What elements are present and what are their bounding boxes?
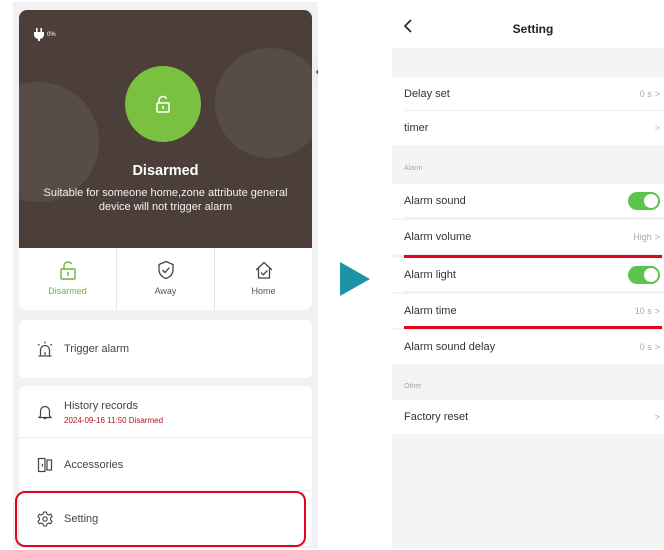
side-collapse-tab[interactable] <box>313 57 318 87</box>
timer-item[interactable]: timer > <box>392 111 664 145</box>
alarm-volume-value: High <box>633 232 652 242</box>
mode-disarmed[interactable]: Disarmed <box>19 248 117 310</box>
trigger-alarm-label: Trigger alarm <box>64 343 129 355</box>
alarm-light-item: Alarm light <box>392 258 664 292</box>
history-latest-entry: 2024-09-16 11:50 Disarmed <box>64 415 164 425</box>
mode-home[interactable]: Home <box>215 248 312 310</box>
settings-header: Setting <box>392 2 664 48</box>
timer-label: timer <box>404 122 429 134</box>
unlock-icon <box>59 261 76 280</box>
alarm-light-label: Alarm light <box>404 269 456 281</box>
setting-highlight-box <box>15 491 306 547</box>
home-check-icon <box>255 261 272 279</box>
chevron-right-icon: > <box>654 342 660 352</box>
divider <box>404 217 664 218</box>
delay-set-value: 0 s <box>639 89 652 99</box>
status-title: Disarmed <box>132 163 199 179</box>
alarm-sound-delay-label: Alarm sound delay <box>404 341 496 353</box>
decor-circle <box>215 48 312 158</box>
toggle-knob <box>644 194 658 208</box>
plug-icon <box>34 28 44 41</box>
chevron-right-icon: > <box>654 232 660 242</box>
unlock-icon <box>156 95 170 113</box>
battery-status: 0% <box>33 28 56 41</box>
door-sensor-icon <box>37 457 53 472</box>
delay-set-label: Delay set <box>404 88 450 100</box>
battery-percent: 0% <box>47 31 56 38</box>
alarm-sound-delay-value: 0 s <box>639 342 652 352</box>
mode-label: Home <box>251 286 276 296</box>
alarm-sound-delay-item[interactable]: Alarm sound delay 0 s > <box>392 330 664 364</box>
status-panel: 0% Disarmed Suitable for someone home,zo… <box>19 10 312 248</box>
mode-away[interactable]: Away <box>117 248 215 310</box>
bell-icon <box>37 405 53 420</box>
alarm-sound-label: Alarm sound <box>404 195 466 207</box>
alarm-sound-item: Alarm sound <box>392 184 664 218</box>
trigger-alarm-item[interactable]: Trigger alarm <box>19 320 312 378</box>
chevron-right-icon: > <box>654 412 660 422</box>
chevron-right-icon: > <box>654 306 660 316</box>
accessories-item[interactable]: Accessories <box>19 438 312 491</box>
alarm-siren-icon <box>37 341 53 357</box>
alarm-time-value: 10 s <box>634 306 652 316</box>
alarm-sound-toggle[interactable] <box>628 192 660 210</box>
accessories-label: Accessories <box>64 458 124 471</box>
transition-arrow <box>340 262 370 296</box>
history-records-label: History records <box>64 399 138 412</box>
delay-set-item[interactable]: Delay set 0 s > <box>392 77 664 111</box>
status-description: Suitable for someone home,zone attribute… <box>43 187 288 213</box>
toggle-knob <box>644 268 658 282</box>
mode-selector: Disarmed Away Home <box>19 248 312 310</box>
section-header-other: Other <box>404 383 422 390</box>
disarm-status-button[interactable] <box>125 66 201 142</box>
right-phone-screen: Setting Delay set 0 s > timer > Alarm Al… <box>392 2 664 548</box>
trigger-alarm-card: Trigger alarm <box>19 320 312 378</box>
decor-circle <box>19 82 99 202</box>
alarm-time-item[interactable]: Alarm time 10 s > <box>392 294 664 328</box>
page-title: Setting <box>512 22 554 36</box>
highlight-underline <box>404 326 662 329</box>
caret-left-icon <box>315 69 318 75</box>
mode-label: Disarmed <box>48 286 87 296</box>
section-header-alarm: Alarm <box>404 165 423 172</box>
alarm-volume-label: Alarm volume <box>404 231 472 243</box>
history-records-item[interactable]: History records 2024-09-16 11:50 Disarme… <box>19 386 312 438</box>
factory-reset-item[interactable]: Factory reset > <box>392 400 664 434</box>
factory-reset-label: Factory reset <box>404 411 469 423</box>
left-phone-screen: 0% Disarmed Suitable for someone home,zo… <box>13 2 318 548</box>
alarm-volume-item[interactable]: Alarm volume High > <box>392 220 664 254</box>
alarm-time-label: Alarm time <box>404 305 457 317</box>
divider <box>404 291 664 292</box>
chevron-right-icon: > <box>654 123 660 133</box>
shield-check-icon <box>157 260 174 280</box>
alarm-light-toggle[interactable] <box>628 266 660 284</box>
mode-label: Away <box>154 286 177 296</box>
chevron-right-icon: > <box>654 89 660 99</box>
